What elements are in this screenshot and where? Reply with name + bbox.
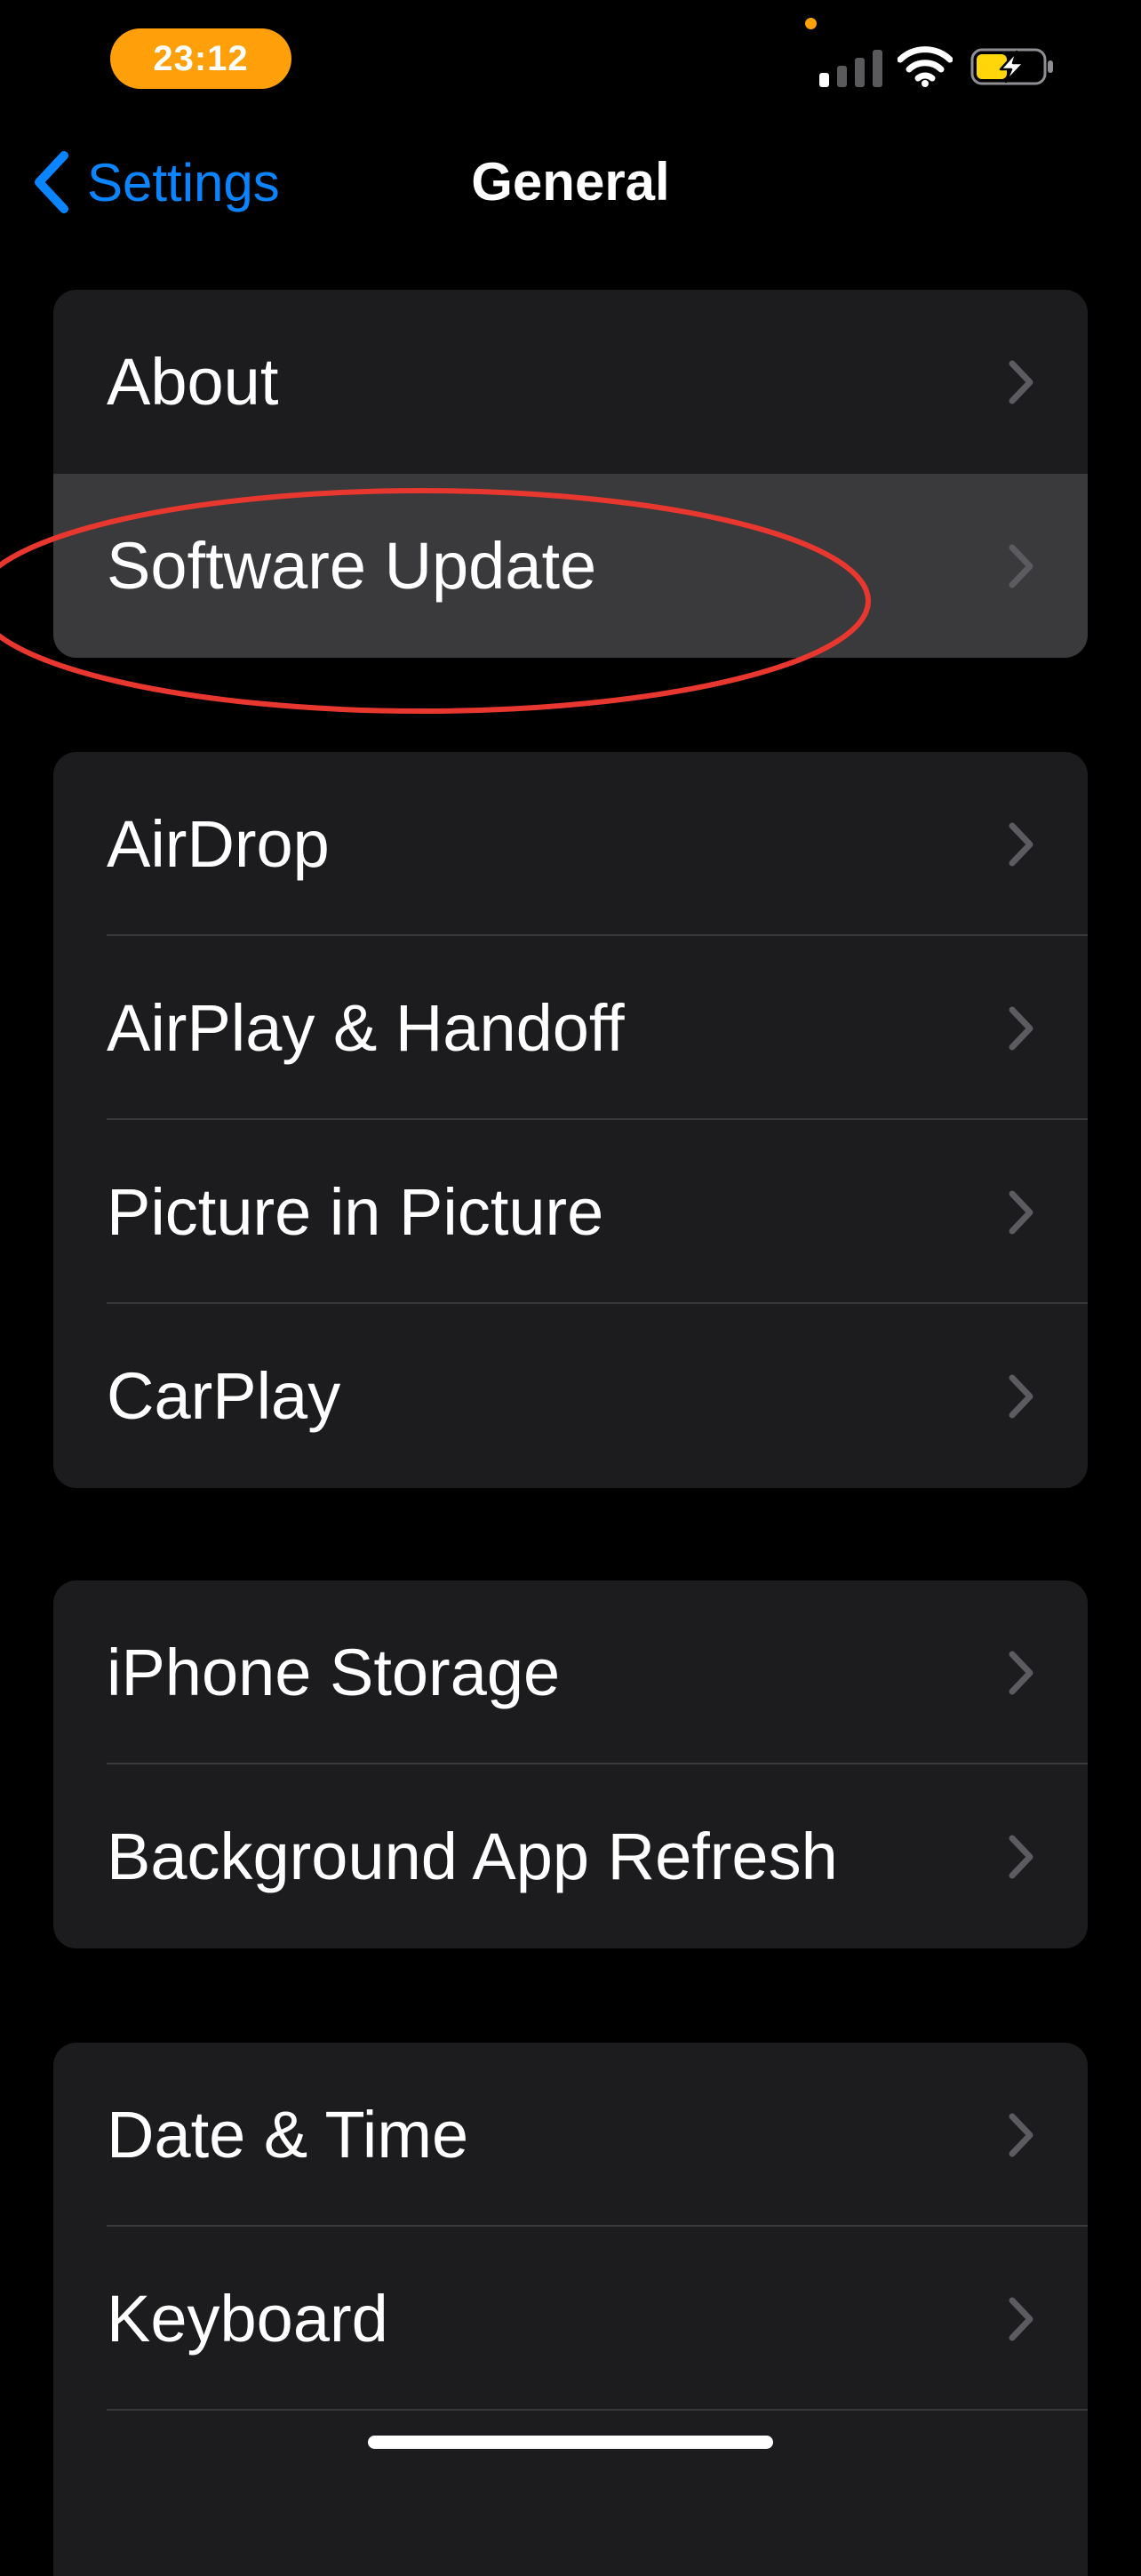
- chevron-right-icon: [1009, 1835, 1033, 1879]
- row-label: Keyboard: [107, 2282, 388, 2356]
- chevron-right-icon: [1009, 360, 1033, 404]
- row-label: iPhone Storage: [107, 1636, 561, 1709]
- chevron-right-icon: [1009, 1190, 1033, 1235]
- settings-group-connectivity: AirDrop AirPlay & Handoff Picture in Pic…: [53, 752, 1088, 1488]
- keyboard-row[interactable]: Keyboard: [53, 2227, 1088, 2411]
- chevron-right-icon: [1009, 1374, 1033, 1419]
- settings-group-storage: iPhone Storage Background App Refresh: [53, 1580, 1088, 1948]
- picture-in-picture-row[interactable]: Picture in Picture: [53, 1120, 1088, 1304]
- status-time[interactable]: 23:12: [110, 28, 291, 89]
- page-title: General: [471, 152, 670, 212]
- signal-icon: [819, 50, 882, 87]
- privacy-indicator-dot: [805, 18, 817, 29]
- home-indicator[interactable]: [368, 2436, 773, 2449]
- row-label: Background App Refresh: [107, 1820, 838, 1893]
- chevron-right-icon: [1009, 544, 1033, 588]
- settings-group-system: Date & Time Keyboard: [53, 2043, 1088, 2576]
- chevron-right-icon: [1009, 2297, 1033, 2341]
- settings-group-about: About Software Update: [53, 290, 1088, 658]
- wifi-icon: [898, 46, 953, 87]
- chevron-right-icon: [1009, 2113, 1033, 2157]
- airdrop-row[interactable]: AirDrop: [53, 752, 1088, 936]
- about-row[interactable]: About: [53, 290, 1088, 474]
- row-label: CarPlay: [107, 1359, 341, 1433]
- chevron-right-icon: [1009, 1006, 1033, 1051]
- battery-charging-icon: [970, 48, 1053, 85]
- row-label: Date & Time: [107, 2098, 469, 2172]
- row-label: Picture in Picture: [107, 1175, 604, 1249]
- chevron-right-icon: [1009, 1651, 1033, 1695]
- row-label: AirPlay & Handoff: [107, 991, 625, 1065]
- row-label: About: [107, 345, 279, 419]
- navigation-bar: Settings General: [0, 133, 1141, 231]
- date-time-row[interactable]: Date & Time: [53, 2043, 1088, 2227]
- software-update-row[interactable]: Software Update: [53, 474, 1088, 658]
- status-bar: 23:12: [0, 0, 1141, 133]
- row-label: Software Update: [107, 529, 597, 603]
- carplay-row[interactable]: CarPlay: [53, 1304, 1088, 1488]
- chevron-right-icon: [1009, 822, 1033, 867]
- iphone-storage-row[interactable]: iPhone Storage: [53, 1580, 1088, 1764]
- row-label: AirDrop: [107, 807, 330, 881]
- row-separator: [107, 2409, 1088, 2411]
- airplay-handoff-row[interactable]: AirPlay & Handoff: [53, 936, 1088, 1120]
- background-app-refresh-row[interactable]: Background App Refresh: [53, 1764, 1088, 1948]
